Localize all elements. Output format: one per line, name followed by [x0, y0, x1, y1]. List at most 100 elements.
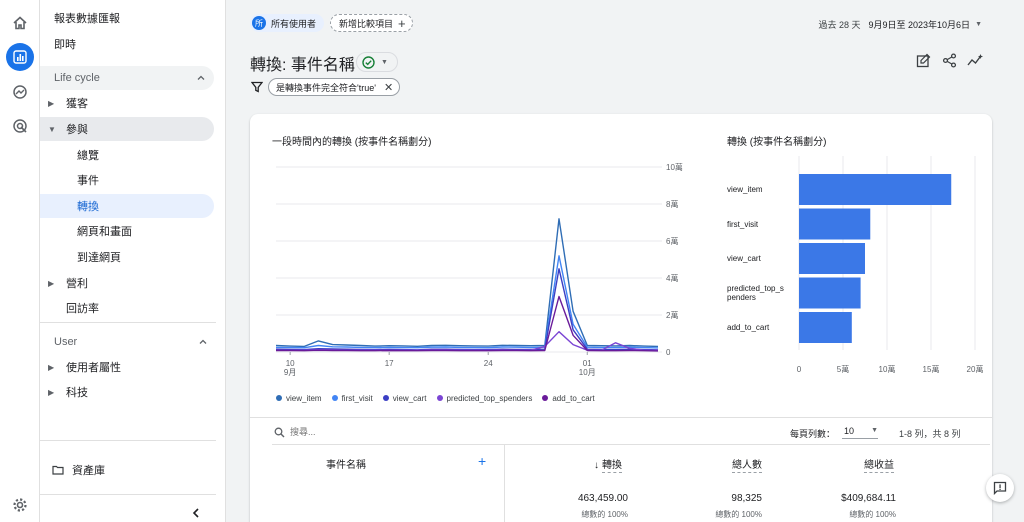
sidebar-item-engagement[interactable]: ▼ 參與 — [40, 117, 214, 141]
series-line-view-item — [275, 218, 659, 348]
column-header-event-name[interactable]: 事件名稱 — [326, 456, 366, 471]
filter-chip-label: 是轉換事件完全符合'true' — [276, 82, 376, 93]
bar-category-label: add_to_cart — [727, 323, 770, 332]
column-header-total-users[interactable]: 總人數 — [732, 456, 762, 473]
bar-first-visit — [799, 208, 871, 240]
sidebar-item-conversions[interactable]: 轉換 — [40, 194, 214, 218]
sidebar-item-overview[interactable]: 總覽 — [40, 143, 216, 167]
bar-x-tick-label: 20萬 — [967, 364, 984, 374]
bar-category-label: view_item — [727, 185, 763, 194]
plus-icon: + — [398, 15, 406, 31]
legend-dot — [436, 395, 443, 401]
series-line-add-to-cart — [276, 295, 659, 352]
pages-screens-label: 網頁和畫面 — [77, 226, 132, 238]
check-circle-icon — [362, 55, 375, 69]
x-tick-label: 10 — [286, 359, 295, 368]
conversions-header-label: 轉換 — [602, 460, 622, 473]
legend-label: view_cart — [392, 393, 427, 403]
chevron-up-icon — [199, 339, 207, 344]
rows-per-page-label: 每頁列數： — [790, 429, 836, 439]
report-navigation: 報表數據匯報 即時 Life cycle ▶ 獲客 ▼ 參與 總覽 事件 轉換 … — [40, 0, 226, 522]
conversions-label: 轉換 — [77, 201, 99, 213]
home-icon[interactable] — [6, 9, 34, 37]
customize-report-icon[interactable] — [916, 53, 931, 73]
sidebar-item-pages-screens[interactable]: 網頁和畫面 — [40, 219, 216, 243]
nav-divider — [40, 440, 216, 441]
legend-item-view-cart[interactable]: view_cart — [382, 393, 427, 403]
total-conversions-value: 463,459.00 — [577, 493, 628, 504]
library-link[interactable]: 資產庫 — [40, 458, 216, 482]
filter-icon[interactable] — [251, 81, 263, 93]
legend-label: first_visit — [341, 393, 373, 403]
lifecycle-section-header[interactable]: Life cycle — [40, 66, 214, 90]
advertising-icon[interactable] — [6, 112, 34, 140]
segment-chip-all-users[interactable]: 所 所有使用者 — [250, 14, 325, 32]
caret-right-icon: ▶ — [48, 387, 55, 397]
series-line-first-visit — [275, 255, 659, 349]
card-divider — [250, 417, 992, 418]
sidebar-item-landing-page[interactable]: 到達網頁 — [40, 245, 216, 269]
user-section-header[interactable]: User — [40, 330, 216, 354]
x-tick-month-label: 9月 — [284, 368, 296, 377]
table-header-divider — [272, 444, 990, 445]
caret-down-icon: ▼ — [975, 21, 982, 28]
series-line-view-cart — [275, 268, 659, 351]
sidebar-item-acquisition[interactable]: ▶ 獲客 — [40, 91, 216, 115]
data-quality-status-button[interactable]: ▼ — [356, 52, 398, 72]
close-icon[interactable]: ✕ — [384, 81, 393, 94]
caret-down-icon: ▼ — [871, 427, 878, 434]
column-header-total-revenue[interactable]: 總收益 — [864, 456, 894, 473]
feedback-button[interactable] — [986, 474, 1014, 502]
report-card: 一段時間內的轉換 (按事件名稱劃分) 轉換 (按事件名稱劃分) 10萬 8萬 6萬 4… — [250, 114, 992, 522]
y-tick-label: 4萬 — [666, 273, 678, 283]
collapse-chevron-left-icon[interactable] — [190, 507, 202, 519]
bar-x-tick-label: 0 — [797, 365, 802, 374]
table-search-input[interactable] — [290, 424, 490, 440]
tech-label: 科技 — [66, 387, 88, 399]
sidebar-item-monetization[interactable]: ▶ 營利 — [40, 271, 216, 295]
user-label: User — [54, 336, 78, 348]
add-dimension-plus-icon[interactable]: + — [478, 453, 486, 469]
report-snapshot-link[interactable]: 報表數據匯報 — [54, 6, 230, 30]
reports-icon[interactable] — [6, 43, 34, 71]
caret-down-icon: ▼ — [48, 124, 56, 134]
total-conversions-percent: 總數的 100% — [581, 510, 628, 519]
sidebar-item-events[interactable]: 事件 — [40, 168, 216, 192]
add-comparison-button[interactable]: 新增比較項目 + — [330, 14, 413, 32]
y-tick-label: 6萬 — [666, 236, 678, 246]
x-tick-month-label: 10月 — [579, 368, 596, 377]
page-title: 轉換: 事件名稱 — [250, 57, 355, 74]
share-icon[interactable] — [942, 53, 957, 73]
nav-divider — [40, 494, 216, 495]
legend-item-predicted-top-spenders[interactable]: predicted_top_spenders — [436, 394, 532, 403]
search-icon — [274, 427, 285, 438]
chevron-up-icon — [197, 75, 205, 80]
y-tick-label: 10萬 — [666, 162, 683, 172]
sidebar-item-tech[interactable]: ▶ 科技 — [40, 380, 216, 404]
explore-icon[interactable] — [6, 78, 34, 106]
insights-sparkle-icon[interactable] — [967, 53, 984, 73]
line-chart[interactable]: 10萬 8萬 6萬 4萬 2萬 0 109月 17 24 0110月 — [250, 114, 720, 414]
y-tick-label: 0 — [666, 348, 671, 357]
bar-x-tick-label: 10萬 — [879, 364, 896, 374]
bar-chart[interactable]: 0 5萬 10萬 15萬 20萬 — [720, 114, 992, 414]
caret-right-icon: ▶ — [48, 98, 55, 108]
column-header-conversions[interactable]: ↓ 轉換 — [594, 456, 622, 473]
legend-dot — [542, 395, 549, 401]
settings-gear-icon[interactable] — [6, 491, 34, 519]
date-range-picker[interactable]: 過去 28 天 9月9日至 2023年10月6日 ▼ — [818, 18, 982, 31]
bar-x-tick-label: 15萬 — [923, 364, 940, 374]
legend-item-first-visit[interactable]: first_visit — [331, 393, 373, 403]
retention-label: 回訪率 — [66, 303, 99, 315]
sidebar-item-user-attributes[interactable]: ▶ 使用者屬性 — [40, 355, 216, 379]
filter-chip-is-conversion[interactable]: 是轉換事件完全符合'true' ✕ — [268, 78, 401, 96]
legend-item-view-item[interactable]: view_item — [276, 394, 322, 403]
folder-icon — [52, 465, 64, 475]
realtime-link[interactable]: 即時 — [54, 32, 230, 56]
sort-arrow-down-icon: ↓ — [594, 460, 599, 471]
segment-label: 所有使用者 — [271, 18, 317, 29]
rows-per-page-select[interactable]: 10 ▼ — [842, 423, 878, 439]
sidebar-item-retention[interactable]: 回訪率 — [40, 296, 216, 320]
landing-page-label: 到達網頁 — [77, 252, 121, 264]
legend-item-add-to-cart[interactable]: add_to_cart — [542, 394, 595, 403]
